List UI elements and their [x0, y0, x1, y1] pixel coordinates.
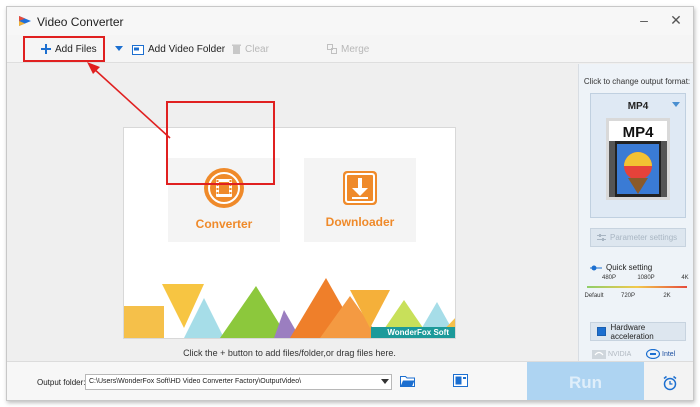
app-window: Video Converter – ✕ Add Files Add Video … [6, 6, 694, 401]
annotation-arrow [87, 62, 171, 139]
